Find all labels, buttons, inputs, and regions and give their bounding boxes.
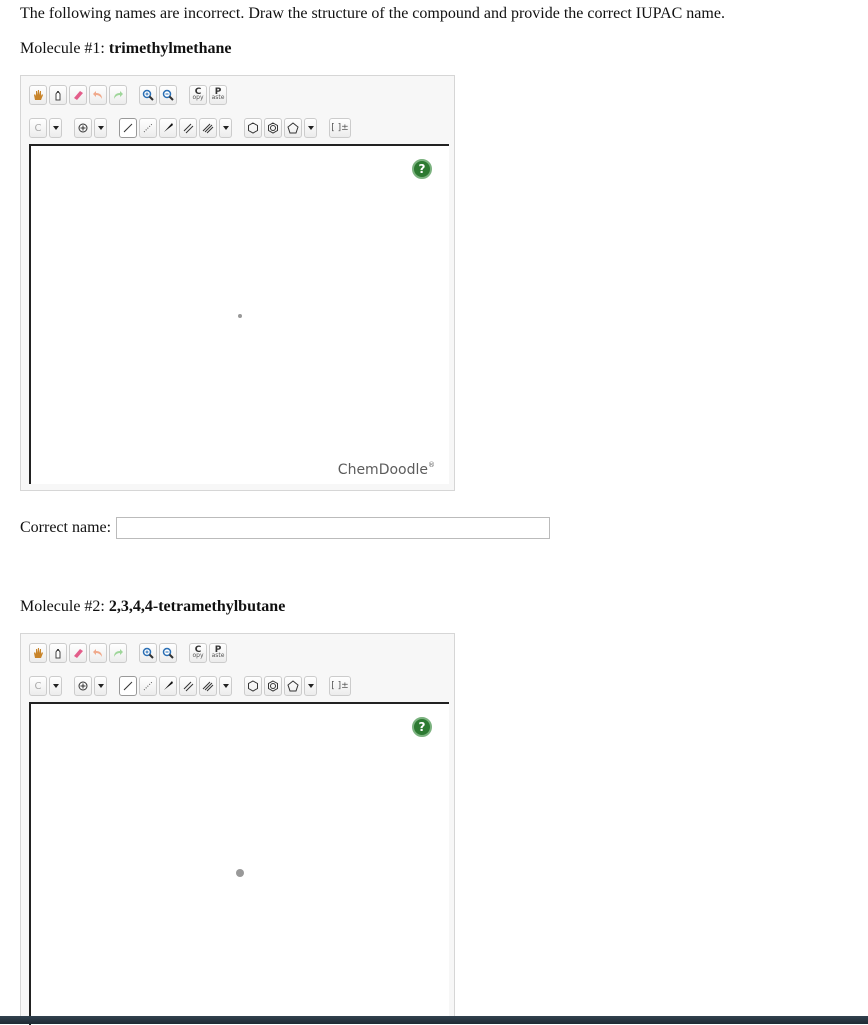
toolbar-row-top: Copy Paste	[29, 642, 227, 664]
ring-dropdown[interactable]	[304, 118, 317, 138]
cyclohexane-icon[interactable]	[244, 676, 262, 696]
drawing-canvas-1[interactable]: ? ChemDoodle®	[29, 144, 449, 484]
bracket-charge-button[interactable]: [ ]±	[329, 118, 351, 138]
paste-sub-label: aste	[211, 652, 225, 659]
zoom-in-icon[interactable]	[139, 643, 157, 663]
bracket-label: [ ]±	[331, 680, 349, 691]
zoom-out-icon[interactable]	[159, 643, 177, 663]
correct-name-input[interactable]	[116, 517, 551, 539]
molecule-2-prefix: Molecule #2:	[20, 598, 109, 615]
instructions-text: The following names are incorrect. Draw …	[20, 5, 725, 22]
toolbar-row-top: Copy Paste	[29, 84, 227, 106]
chemdoodle-editor-2: Copy Paste C [ ]± ?	[20, 633, 455, 1025]
paste-button[interactable]: Paste	[209, 85, 227, 105]
double-bond-icon[interactable]	[179, 118, 197, 138]
charge-dropdown[interactable]	[94, 118, 107, 138]
cyclohexane-icon[interactable]	[244, 118, 262, 138]
dashed-bond-icon[interactable]	[139, 118, 157, 138]
benzene-icon[interactable]	[264, 676, 282, 696]
pan-hand-icon[interactable]	[29, 643, 47, 663]
redo-icon[interactable]	[109, 85, 127, 105]
molecule-1-prefix: Molecule #1:	[20, 40, 109, 57]
zoom-in-icon[interactable]	[139, 85, 157, 105]
charge-dropdown[interactable]	[94, 676, 107, 696]
cyclopentane-icon[interactable]	[284, 118, 302, 138]
molecule-2-label: Molecule #2: 2,3,4,4-tetramethylbutane	[20, 598, 285, 616]
undo-icon[interactable]	[89, 643, 107, 663]
eraser-icon[interactable]	[69, 643, 87, 663]
copy-sub-label: opy	[192, 94, 204, 101]
drawing-canvas-2[interactable]: ?	[29, 702, 449, 1025]
copy-button[interactable]: Copy	[189, 643, 207, 663]
lasso-icon[interactable]	[49, 85, 67, 105]
chemdoodle-editor-1: Copy Paste C [ ]± ? ChemDoodle®	[20, 75, 455, 491]
ring-dropdown[interactable]	[304, 676, 317, 696]
canvas-center-dot	[238, 314, 242, 318]
bracket-charge-button[interactable]: [ ]±	[329, 676, 351, 696]
chemdoodle-brand: ChemDoodle®	[338, 461, 435, 478]
double-bond-icon[interactable]	[179, 676, 197, 696]
canvas-center-dot	[236, 869, 244, 877]
lasso-icon[interactable]	[49, 643, 67, 663]
correct-name-row: Correct name:	[20, 517, 551, 539]
element-carbon-button[interactable]: C	[29, 676, 47, 696]
charge-icon[interactable]	[74, 676, 92, 696]
toolbar-row-bottom: C [ ]±	[29, 117, 351, 139]
help-icon[interactable]: ?	[412, 717, 432, 737]
toolbar-row-bottom: C [ ]±	[29, 675, 351, 697]
copy-sub-label: opy	[192, 652, 204, 659]
molecule-1-label: Molecule #1: trimethylmethane	[20, 40, 232, 58]
element-label: C	[34, 680, 42, 692]
copy-button[interactable]: Copy	[189, 85, 207, 105]
element-label: C	[34, 122, 42, 134]
help-icon[interactable]: ?	[412, 159, 432, 179]
bracket-label: [ ]±	[331, 122, 349, 133]
correct-name-label: Correct name:	[20, 519, 112, 536]
triple-bond-icon[interactable]	[199, 118, 217, 138]
redo-icon[interactable]	[109, 643, 127, 663]
bottom-bar	[0, 1016, 868, 1024]
triple-bond-icon[interactable]	[199, 676, 217, 696]
wedge-bond-icon[interactable]	[159, 118, 177, 138]
brand-text: ChemDoodle	[337, 462, 428, 478]
cyclopentane-icon[interactable]	[284, 676, 302, 696]
zoom-out-icon[interactable]	[159, 85, 177, 105]
element-dropdown[interactable]	[49, 676, 62, 696]
single-bond-icon[interactable]	[119, 118, 137, 138]
brand-mark: ®	[428, 461, 435, 469]
bond-dropdown[interactable]	[219, 118, 232, 138]
element-carbon-button[interactable]: C	[29, 118, 47, 138]
benzene-icon[interactable]	[264, 118, 282, 138]
molecule-1-name: trimethylmethane	[108, 40, 232, 57]
bond-dropdown[interactable]	[219, 676, 232, 696]
eraser-icon[interactable]	[69, 85, 87, 105]
wedge-bond-icon[interactable]	[159, 676, 177, 696]
single-bond-icon[interactable]	[119, 676, 137, 696]
undo-icon[interactable]	[89, 85, 107, 105]
pan-hand-icon[interactable]	[29, 85, 47, 105]
molecule-2-name: 2,3,4,4-tetramethylbutane	[108, 598, 286, 615]
charge-icon[interactable]	[74, 118, 92, 138]
element-dropdown[interactable]	[49, 118, 62, 138]
dashed-bond-icon[interactable]	[139, 676, 157, 696]
paste-button[interactable]: Paste	[209, 643, 227, 663]
paste-sub-label: aste	[211, 94, 225, 101]
